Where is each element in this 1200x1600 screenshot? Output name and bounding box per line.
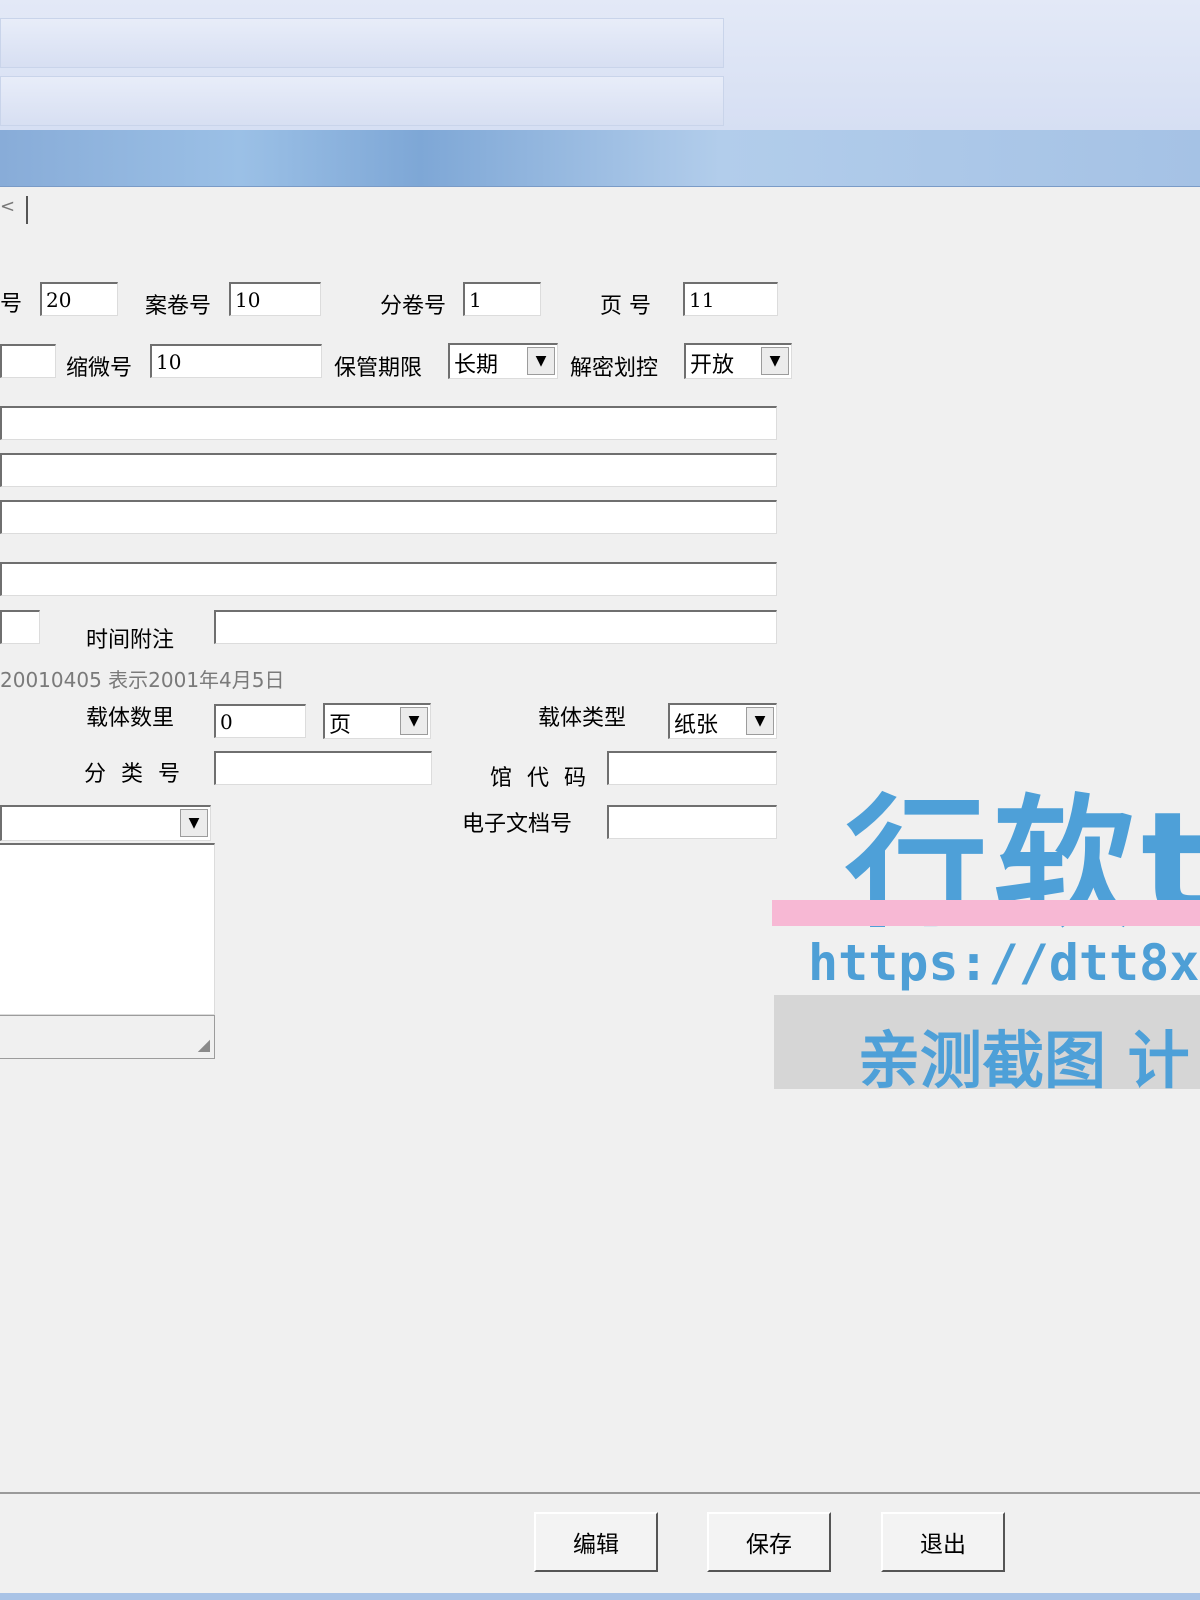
label-classification: 分 类 号 (84, 762, 184, 787)
retention-select[interactable]: 长期 ▼ (448, 343, 558, 379)
toolbar-row-1 (0, 18, 724, 68)
watermark-subtitle: 亲测截图 计 (858, 1024, 1190, 1097)
status-bar (0, 1593, 1200, 1600)
label-page-no: 页 号 (600, 294, 651, 319)
label-carrier-qty: 载体数里 (86, 706, 175, 731)
memo-footer: ◢ (0, 1015, 215, 1059)
volume-no-field[interactable]: 20 (40, 282, 118, 316)
label-subvolume-no: 分卷号 (380, 294, 447, 319)
left-combo-select[interactable]: ▼ (0, 805, 211, 841)
label-edoc-no: 电子文档号 (462, 812, 573, 837)
page-no-field[interactable]: 11 (683, 282, 778, 316)
carrier-unit-value: 页 (329, 713, 352, 738)
label-file-no: 案卷号 (145, 294, 212, 319)
label-library-code: 馆 代 码 (490, 766, 590, 791)
form-title-bar (0, 130, 1200, 187)
subvolume-no-field[interactable]: 1 (463, 282, 541, 316)
carrier-type-value: 纸张 (674, 713, 719, 738)
classification-field[interactable] (214, 751, 432, 785)
time-note-field[interactable] (214, 610, 777, 644)
watermark-url: https://dtt8xp (808, 934, 1200, 992)
file-no-field[interactable]: 10 (229, 282, 321, 316)
label-retention: 保管期限 (334, 356, 423, 381)
resize-grip-icon[interactable]: ◢ (198, 1035, 210, 1054)
chevron-down-icon[interactable]: ▼ (527, 347, 555, 375)
wide-field-4[interactable] (0, 562, 777, 596)
exit-button[interactable]: 退出 (881, 1512, 1005, 1572)
chevron-down-icon[interactable]: ▼ (180, 809, 208, 837)
wide-field-1[interactable] (0, 406, 777, 440)
edit-button[interactable]: 编辑 (534, 1512, 658, 1572)
label-volume-no: 号 (0, 292, 23, 317)
label-time-note: 时间附注 (86, 628, 175, 653)
tab-label-partial[interactable]: < (0, 196, 15, 220)
save-button[interactable]: 保存 (707, 1512, 831, 1572)
date-format-hint: 20010405 表示2001年4月5日 (0, 668, 285, 692)
date-field[interactable] (0, 610, 40, 644)
declassify-value: 开放 (690, 353, 735, 378)
label-declassify: 解密划控 (570, 356, 659, 381)
declassify-select[interactable]: 开放 ▼ (684, 343, 792, 379)
watermark-pink-bar (772, 900, 1200, 926)
wide-field-2[interactable] (0, 453, 777, 487)
library-code-field[interactable] (607, 751, 777, 785)
carrier-qty-field[interactable]: 0 (214, 704, 306, 738)
wide-field-3[interactable] (0, 500, 777, 534)
memo-textarea[interactable] (0, 843, 215, 1015)
label-carrier-type: 载体类型 (538, 706, 627, 731)
carrier-type-select[interactable]: 纸张 ▼ (668, 703, 777, 739)
row2-left-field[interactable] (0, 344, 56, 378)
retention-value: 长期 (454, 353, 499, 378)
edoc-no-field[interactable] (607, 805, 777, 839)
chevron-down-icon[interactable]: ▼ (400, 707, 428, 735)
microfilm-no-field[interactable]: 10 (150, 344, 322, 378)
chevron-down-icon[interactable]: ▼ (761, 347, 789, 375)
chevron-down-icon[interactable]: ▼ (746, 707, 774, 735)
tab-separator (26, 196, 28, 224)
label-microfilm-no: 缩微号 (66, 356, 133, 381)
footer-divider (0, 1492, 1200, 1494)
toolbar-row-2 (0, 76, 724, 126)
carrier-unit-select[interactable]: 页 ▼ (323, 703, 431, 739)
